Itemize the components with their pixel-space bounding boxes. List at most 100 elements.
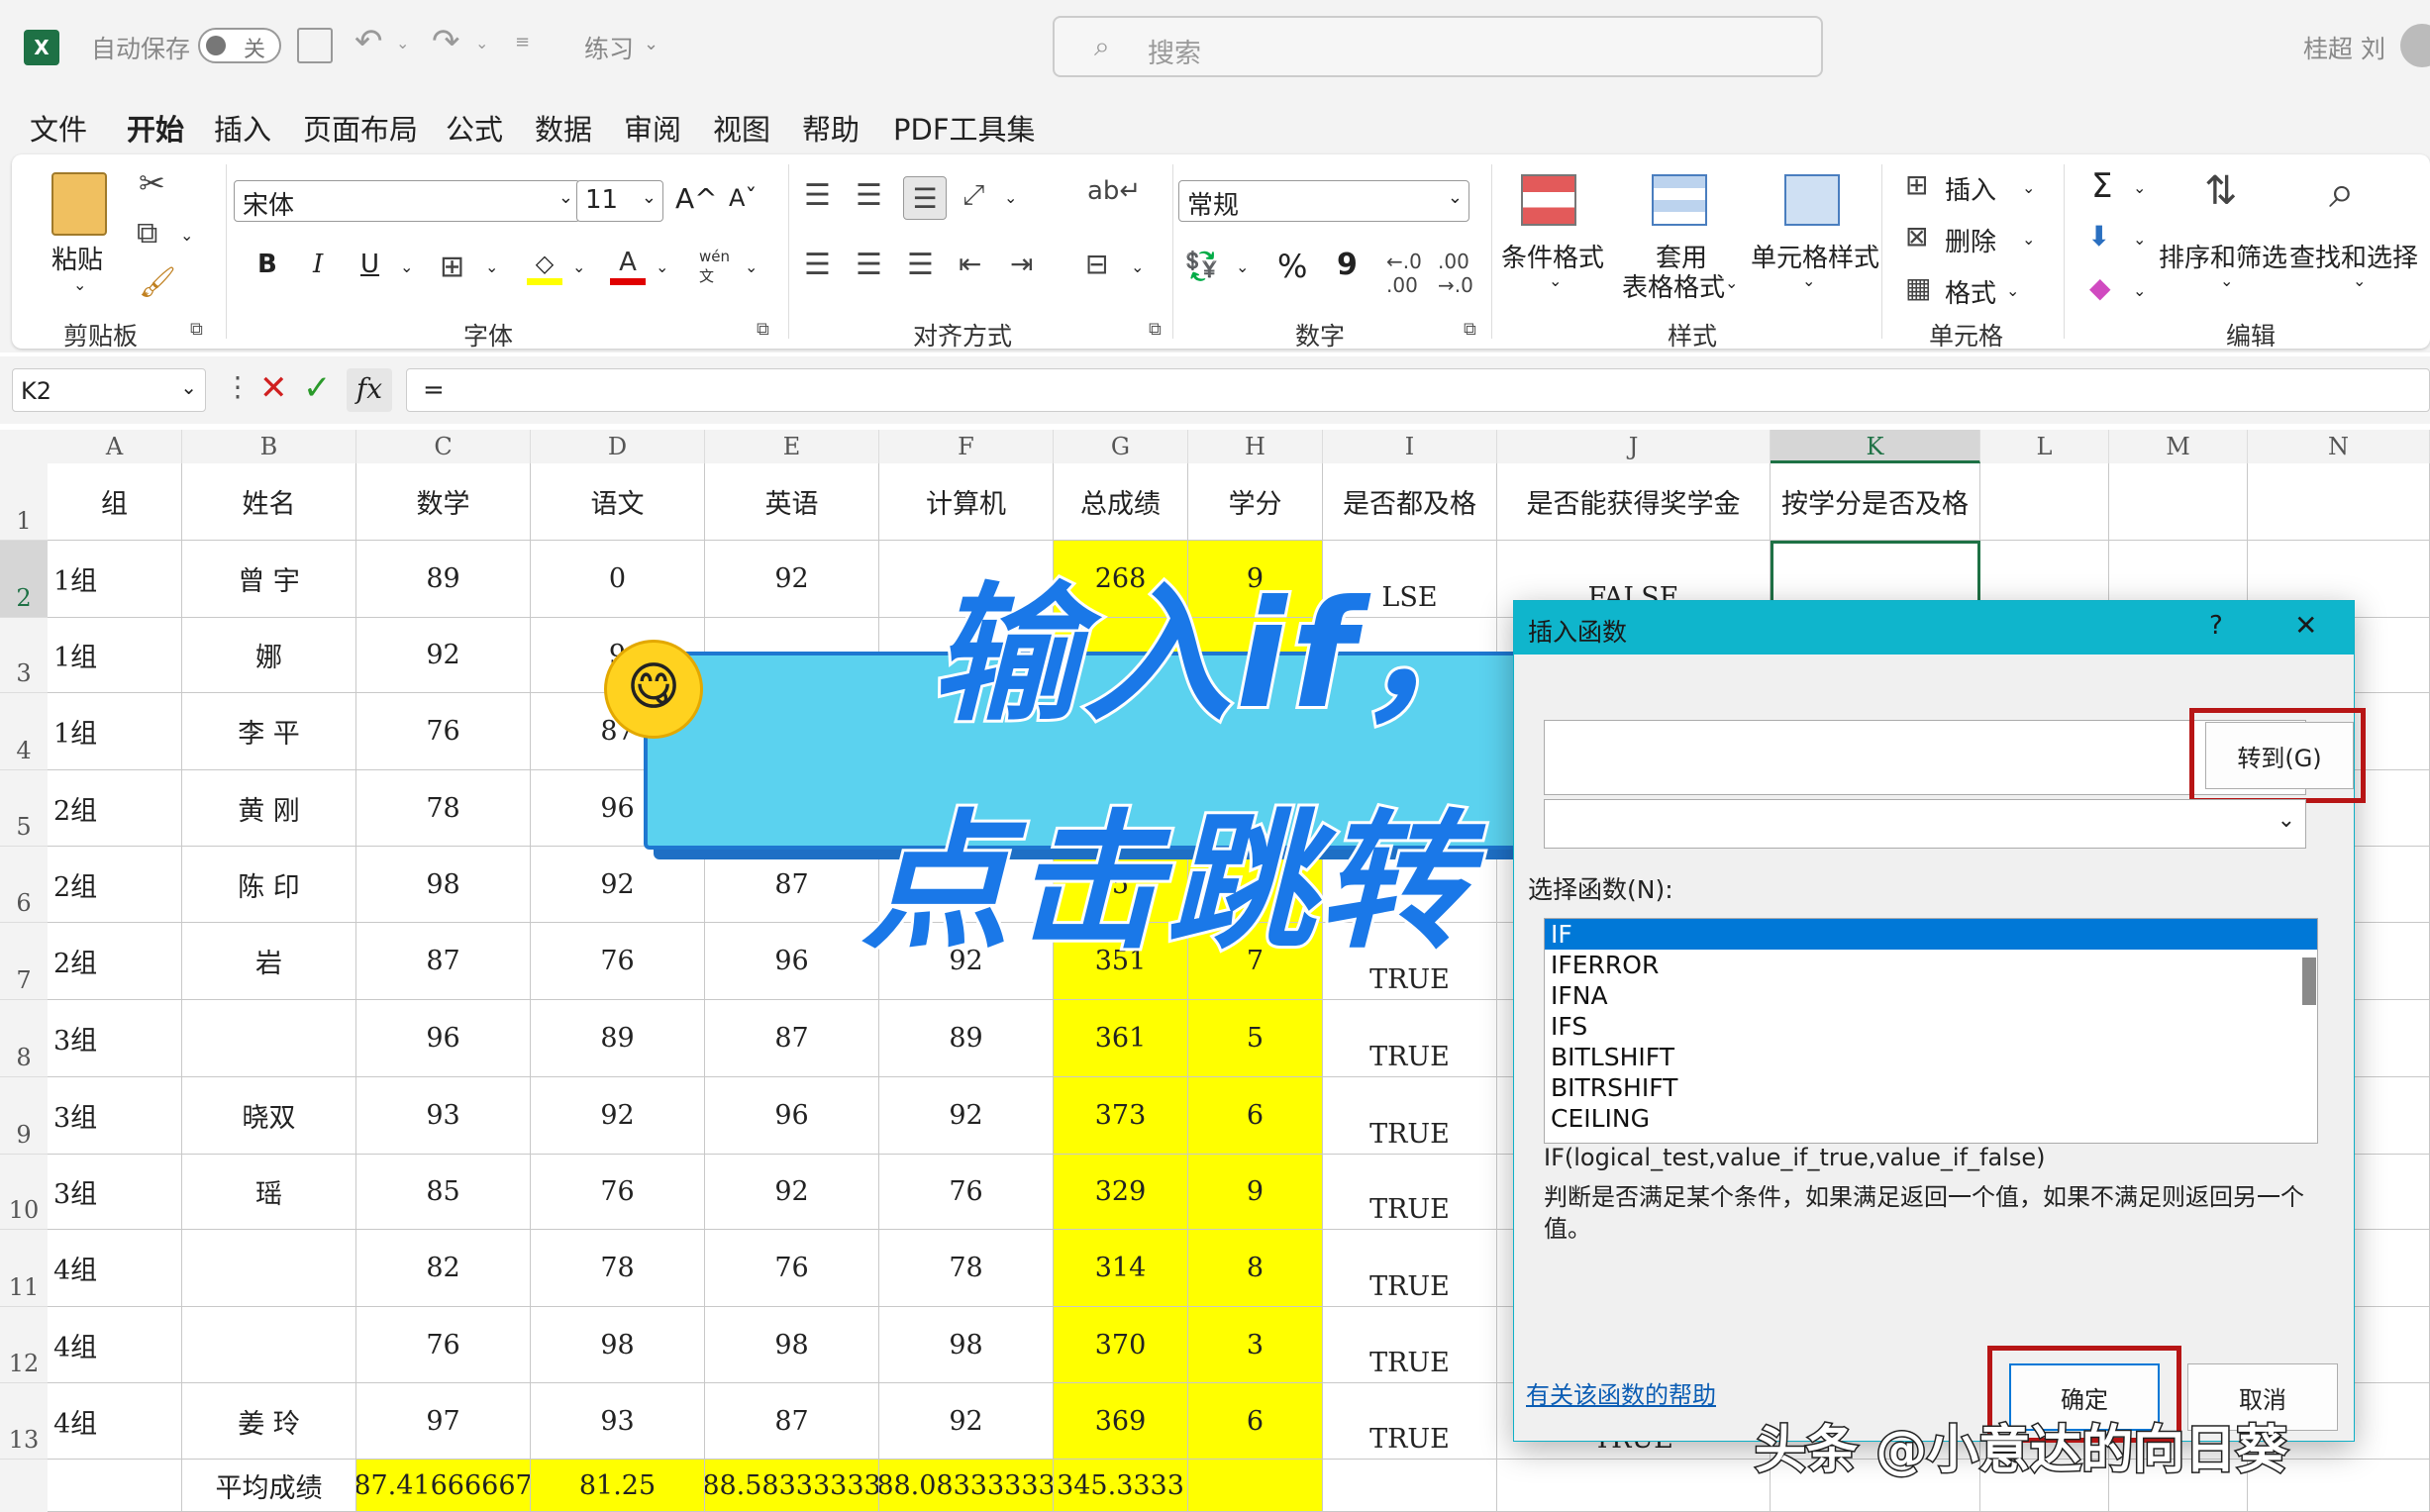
cell-f10[interactable]: 76 <box>879 1155 1054 1230</box>
cell-g12[interactable]: 370 <box>1054 1307 1188 1383</box>
row-header-5[interactable]: 5 <box>0 770 48 847</box>
cond-dropdown-icon[interactable]: ⌄ <box>1549 271 1562 290</box>
cell-k1[interactable]: 按学分是否及格 <box>1771 463 1980 541</box>
copy-icon[interactable]: ⧉ <box>137 216 157 251</box>
cell-a2[interactable]: 1组 <box>48 541 182 618</box>
cell-e7[interactable]: 96 <box>705 923 879 1000</box>
row-header-2[interactable]: 2 <box>0 541 48 618</box>
cell-e11[interactable]: 76 <box>705 1230 879 1307</box>
cell-g1[interactable]: 总成绩 <box>1054 463 1188 541</box>
orientation-icon[interactable]: ⤢ <box>962 178 984 212</box>
cell-a6[interactable]: 2组 <box>48 847 182 923</box>
number-format-combo[interactable]: 常规 ⌄ <box>1178 180 1469 222</box>
function-help-link[interactable]: 有关该函数的帮助 <box>1526 1375 1716 1410</box>
row-header-10[interactable]: 10 <box>0 1155 48 1230</box>
cell-j14[interactable] <box>1497 1460 1771 1512</box>
paste-icon[interactable] <box>51 172 107 236</box>
grow-font-button[interactable]: A^ <box>675 182 718 215</box>
cell-c14[interactable]: 87.41666667 <box>356 1460 531 1512</box>
cell-e12[interactable]: 98 <box>705 1307 879 1383</box>
cell-d7[interactable]: 76 <box>531 923 705 1000</box>
row-header-8[interactable]: 8 <box>0 1000 48 1077</box>
delete-dropdown-icon[interactable]: ⌄ <box>2022 230 2035 249</box>
menu-page-layout[interactable]: 页面布局 <box>303 107 418 149</box>
cell-g11[interactable]: 314 <box>1054 1230 1188 1307</box>
cell-d9[interactable]: 92 <box>531 1077 705 1155</box>
cell-c3[interactable]: 92 <box>356 618 531 693</box>
cell-d10[interactable]: 76 <box>531 1155 705 1230</box>
cell-b1[interactable]: 姓名 <box>182 463 356 541</box>
list-scrollbar[interactable] <box>2302 958 2316 1005</box>
comma-style-button[interactable]: 9 <box>1337 248 1358 282</box>
format-as-table-line2[interactable]: 表格格式 <box>1622 267 1725 304</box>
phonetic-dropdown-icon[interactable]: ⌄ <box>745 257 758 276</box>
search-box[interactable]: ⌕ 搜索 <box>1053 16 1823 77</box>
font-name-combo[interactable]: 宋体 ⌄ <box>234 180 580 222</box>
fill-icon[interactable]: ⬇ <box>2087 220 2110 252</box>
cell-c5[interactable]: 78 <box>356 770 531 847</box>
cell-b11[interactable] <box>182 1230 356 1307</box>
align-left-icon[interactable]: ☰ <box>804 248 831 282</box>
cell-f12[interactable]: 98 <box>879 1307 1054 1383</box>
cell-h1[interactable]: 学分 <box>1188 463 1323 541</box>
cell-f9[interactable]: 92 <box>879 1077 1054 1155</box>
cell-c12[interactable]: 76 <box>356 1307 531 1383</box>
cell-a7[interactable]: 2组 <box>48 923 182 1000</box>
sort-dropdown-icon[interactable]: ⌄ <box>2220 271 2233 290</box>
number-launcher-icon[interactable]: ⧉ <box>1464 319 1476 340</box>
confirm-entry-icon[interactable]: ✓ <box>303 368 332 408</box>
cancel-entry-icon[interactable]: ✕ <box>259 368 288 408</box>
cut-icon[interactable]: ✂ <box>139 164 165 202</box>
formula-input[interactable]: = <box>406 368 2430 412</box>
autosum-dropdown-icon[interactable]: ⌄ <box>2133 178 2146 197</box>
more-options-icon[interactable]: ⋮ <box>224 370 252 403</box>
function-item-ifna[interactable]: IFNA <box>1545 980 2317 1011</box>
cell-f8[interactable]: 89 <box>879 1000 1054 1077</box>
cell-e9[interactable]: 96 <box>705 1077 879 1155</box>
cell-a1[interactable]: 组 <box>48 463 182 541</box>
menu-home[interactable]: 开始 <box>127 107 185 160</box>
cell-c10[interactable]: 85 <box>356 1155 531 1230</box>
doc-dropdown-icon[interactable]: ⌄ <box>644 34 658 54</box>
find-select-icon[interactable]: ⌕ <box>2329 164 2355 220</box>
cell-a11[interactable]: 4组 <box>48 1230 182 1307</box>
cell-d12[interactable]: 98 <box>531 1307 705 1383</box>
column-header-g[interactable]: G <box>1054 430 1188 463</box>
cell-b4[interactable]: 李 平 <box>182 693 356 770</box>
shrink-font-button[interactable]: Aˇ <box>729 184 757 212</box>
cell-f14[interactable]: 88.08333333 <box>879 1460 1054 1512</box>
cell-b13[interactable]: 姜 玲 <box>182 1383 356 1460</box>
row-header-6[interactable]: 6 <box>0 847 48 923</box>
font-color-dropdown-icon[interactable]: ⌄ <box>656 257 668 276</box>
cell-e2[interactable]: 92 <box>705 541 879 618</box>
cell-d11[interactable]: 78 <box>531 1230 705 1307</box>
undo-icon[interactable]: ↶ <box>354 22 383 61</box>
font-size-combo[interactable]: 11 ⌄ <box>576 180 663 222</box>
function-item-iferror[interactable]: IFERROR <box>1545 950 2317 980</box>
paste-dropdown-icon[interactable]: ⌄ <box>73 275 86 294</box>
underline-dropdown-icon[interactable]: ⌄ <box>400 257 413 276</box>
cell-i11[interactable]: TRUE <box>1323 1230 1497 1307</box>
cell-i12[interactable]: TRUE <box>1323 1307 1497 1383</box>
format-as-table-icon[interactable] <box>1652 174 1707 226</box>
cell-h10[interactable]: 9 <box>1188 1155 1323 1230</box>
cell-b12[interactable] <box>182 1307 356 1383</box>
align-right-icon[interactable]: ☰ <box>907 248 934 282</box>
redo-icon[interactable]: ↷ <box>432 22 460 61</box>
cell-c6[interactable]: 98 <box>356 847 531 923</box>
align-bottom-icon[interactable]: ☰ <box>903 176 947 220</box>
copy-dropdown-icon[interactable]: ⌄ <box>180 226 193 245</box>
cell-c8[interactable]: 96 <box>356 1000 531 1077</box>
avatar[interactable] <box>2400 24 2430 67</box>
format-dropdown-icon[interactable]: ⌄ <box>2006 281 2019 300</box>
cell-d8[interactable]: 89 <box>531 1000 705 1077</box>
column-header-f[interactable]: F <box>879 430 1054 463</box>
row-header-3[interactable]: 3 <box>0 618 48 693</box>
align-center-icon[interactable]: ☰ <box>856 248 882 282</box>
cell-f1[interactable]: 计算机 <box>879 463 1054 541</box>
decrease-indent-icon[interactable]: ⇤ <box>959 248 981 280</box>
column-header-h[interactable]: H <box>1188 430 1323 463</box>
cell-c1[interactable]: 数学 <box>356 463 531 541</box>
cell-m1[interactable] <box>2109 463 2248 541</box>
fill-color-dropdown-icon[interactable]: ⌄ <box>572 257 585 276</box>
